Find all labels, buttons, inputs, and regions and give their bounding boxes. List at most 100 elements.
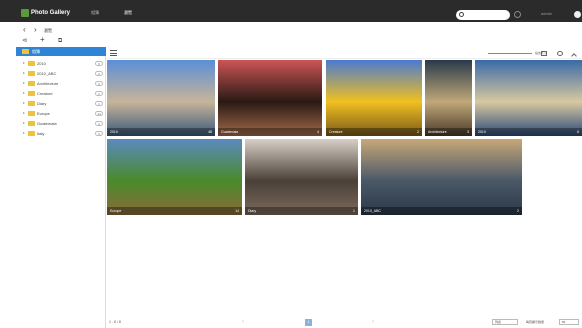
- tile-count: 2: [517, 209, 519, 213]
- app-title: Photo Gallery: [31, 10, 71, 16]
- pagination-bar: 1 - 8 / 8 ‹ 1 › 列表 每頁顯示數量 50: [107, 316, 582, 328]
- folder-icon: [28, 111, 35, 116]
- expand-icon[interactable]: [23, 62, 25, 64]
- sidebar-item-creature[interactable]: Creature 2: [16, 89, 106, 98]
- forward-icon[interactable]: ›: [34, 26, 37, 34]
- user-name[interactable]: admin: [541, 11, 552, 17]
- folder-icon: [28, 131, 35, 136]
- tile-caption: 2010_ABC 2: [361, 207, 522, 215]
- folder-icon: [28, 121, 35, 126]
- count-badge: 4: [95, 121, 103, 126]
- prev-page-button[interactable]: ‹: [242, 319, 244, 325]
- view-select[interactable]: 列表: [492, 319, 518, 325]
- photo-thumbnail: [245, 139, 358, 215]
- tile-count: 6: [577, 130, 579, 134]
- sidebar-item-europe[interactable]: Europe 14: [16, 109, 106, 118]
- sidebar-item-label: 2010: [37, 61, 46, 66]
- sidebar-item-2010[interactable]: 2010 6: [16, 59, 106, 68]
- sidebar-item-label: 2010_ABC: [37, 71, 57, 76]
- avatar-icon[interactable]: [574, 11, 581, 18]
- folder-icon: [28, 81, 35, 86]
- gallery-toolbar: 縮放大小: [107, 47, 582, 59]
- expand-icon[interactable]: [23, 72, 25, 74]
- zoom-slider[interactable]: [488, 53, 532, 54]
- photo-tile[interactable]: Guatemala 4: [218, 60, 322, 136]
- search-icon: [459, 12, 464, 17]
- tile-count: 3: [467, 130, 469, 134]
- tile-name: 2010: [110, 130, 118, 134]
- sidebar-item-label: Creature: [37, 91, 53, 96]
- photo-thumbnail: [107, 60, 215, 136]
- tile-caption: Guatemala 4: [218, 128, 322, 136]
- folder-icon: [28, 71, 35, 76]
- folder-icon: [28, 91, 35, 96]
- tile-caption: 2010 48: [107, 128, 215, 136]
- next-page-button[interactable]: ›: [372, 319, 374, 325]
- add-icon[interactable]: +: [40, 36, 45, 44]
- sidebar-item-label: Guatemala: [37, 121, 57, 126]
- tile-caption: Architecture 3: [425, 128, 472, 136]
- sidebar-item-diary[interactable]: Diary 1: [16, 99, 106, 108]
- sidebar-item-label: Diary: [37, 101, 47, 106]
- count-badge: 3: [95, 131, 103, 136]
- sidebar-tree: 相簿 2010 6 2010_ABC 2 Architecture 3 Crea…: [16, 47, 106, 328]
- grid-view-icon[interactable]: [541, 51, 547, 56]
- help-icon[interactable]: [514, 11, 521, 18]
- tile-count: 2: [417, 130, 419, 134]
- expand-icon[interactable]: [23, 132, 25, 134]
- sidebar-item-2010-abc[interactable]: 2010_ABC 2: [16, 69, 106, 78]
- expand-icon[interactable]: [23, 92, 25, 94]
- tile-caption: Diary 1: [245, 207, 358, 215]
- tile-count: 4: [317, 130, 319, 134]
- photo-tile[interactable]: Diary 1: [245, 139, 358, 215]
- top-bar: Photo Gallery 相簿 瀏覽 admin: [0, 0, 582, 22]
- photo-thumbnail: [475, 60, 582, 136]
- per-page-select[interactable]: 50: [559, 319, 579, 325]
- photo-tile[interactable]: Europe 14: [107, 139, 242, 215]
- tile-name: Europe: [110, 209, 122, 213]
- tab-albums[interactable]: 相簿: [91, 10, 99, 16]
- photo-tile[interactable]: Creature 2: [326, 60, 422, 136]
- count-badge: 3: [95, 81, 103, 86]
- photo-thumbnail: [218, 60, 322, 136]
- expand-icon[interactable]: [23, 112, 25, 114]
- photo-tile[interactable]: 2010 48: [107, 60, 215, 136]
- sidebar-item-italy[interactable]: Italy 3: [16, 129, 106, 138]
- photo-tile[interactable]: 2010_ABC 2: [361, 139, 522, 215]
- tile-name: Creature: [329, 130, 343, 134]
- photo-thumbnail: [326, 60, 422, 136]
- tile-count: 1: [353, 209, 355, 213]
- count-badge: 14: [95, 111, 103, 116]
- folder-icon: [28, 61, 35, 66]
- per-page-label: 每頁顯示數量: [526, 320, 545, 324]
- back-icon[interactable]: ‹: [23, 26, 26, 34]
- sidebar-item-label: Europe: [37, 111, 50, 116]
- photo-tile[interactable]: 2010 6: [475, 60, 582, 136]
- copy-icon[interactable]: ⧉: [58, 37, 62, 45]
- tile-name: 2010_ABC: [364, 209, 381, 213]
- expand-icon[interactable]: [23, 82, 25, 84]
- sidebar-item-guatemala[interactable]: Guatemala 4: [16, 119, 106, 128]
- tile-name: Diary: [248, 209, 257, 213]
- tab-browse[interactable]: 瀏覽: [124, 10, 132, 16]
- expand-icon[interactable]: [23, 122, 25, 124]
- photo-thumbnail: [107, 139, 242, 215]
- sidebar-item-architecture[interactable]: Architecture 3: [16, 79, 106, 88]
- tile-caption: 2010 6: [475, 128, 582, 136]
- current-page[interactable]: 1: [305, 319, 312, 326]
- tile-name: 2010: [478, 130, 486, 134]
- sidebar-item-label: Architecture: [37, 81, 59, 86]
- breadcrumb: 瀏覽: [44, 28, 52, 33]
- collapse-icon[interactable]: [571, 53, 577, 59]
- settings-icon[interactable]: [557, 51, 563, 56]
- sidebar-item-label: Italy: [37, 131, 45, 136]
- pager-range: 1 - 8 / 8: [109, 320, 121, 324]
- search-input[interactable]: [456, 10, 510, 20]
- menu-icon[interactable]: [110, 50, 117, 56]
- expand-icon[interactable]: [23, 102, 25, 104]
- photo-thumbnail: [425, 60, 472, 136]
- folder-icon: [28, 101, 35, 106]
- share-icon[interactable]: ⊲: [22, 37, 27, 45]
- photo-tile[interactable]: Architecture 3: [425, 60, 472, 136]
- sidebar-root-albums[interactable]: 相簿: [16, 47, 106, 56]
